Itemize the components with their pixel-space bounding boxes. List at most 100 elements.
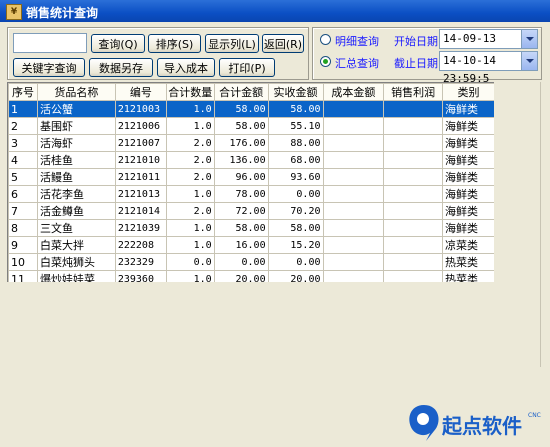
table-cell: 7 <box>8 202 38 220</box>
table-cell <box>383 117 444 135</box>
start-date-picker[interactable]: 14-09-13 23:59:5 <box>439 29 538 63</box>
search-input[interactable] <box>13 33 87 53</box>
table-cell: 白菜大拌 <box>36 236 116 254</box>
back-button[interactable]: 返回(R) <box>262 34 304 53</box>
end-date-value: 14-10-14 23:59:5 <box>443 54 496 85</box>
qidian-logo: 起点软件 CNC <box>409 405 541 441</box>
table-cell <box>322 151 385 169</box>
summary-query-label[interactable]: 汇总查询 <box>335 55 379 71</box>
table-cell: 海鲜类 <box>442 151 495 169</box>
table-cell: 1.0 <box>165 100 215 118</box>
table-cell: 136.00 <box>213 151 269 169</box>
column-header[interactable]: 实收金额 <box>267 83 324 101</box>
table-cell <box>383 100 444 118</box>
table-cell: 58.00 <box>267 219 324 237</box>
keyword-query-button[interactable]: 关键字查询 <box>13 58 85 77</box>
table-cell: 2.0 <box>165 168 215 186</box>
sort-button[interactable]: 排序(S) <box>148 34 201 53</box>
end-date-label: 截止日期 <box>394 57 438 70</box>
import-cost-button[interactable]: 导入成本 <box>157 58 215 77</box>
table-row[interactable]: 4 活桂鱼 2121010 2.0 136.00 68.00 海鲜类 <box>8 151 495 169</box>
table-cell: 15.20 <box>267 236 324 254</box>
sales-stats-window: ¥ 销售统计查询 查询(Q) 排序(S) 显示列(L) 返回(R) 关键字查询 … <box>0 0 550 447</box>
table-cell: 16.00 <box>213 236 269 254</box>
column-header[interactable]: 销售利润 <box>383 83 444 101</box>
table-cell: 58.00 <box>213 117 269 135</box>
table-cell: 2.0 <box>165 134 215 152</box>
column-header[interactable]: 成本金额 <box>322 83 385 101</box>
end-date-picker[interactable]: 14-10-14 23:59:5 <box>439 51 538 85</box>
column-header[interactable]: 货品名称 <box>36 83 116 101</box>
table-cell: 活花李鱼 <box>36 185 116 203</box>
table-cell: 2121039 <box>114 219 167 237</box>
logo-text: 起点软件 <box>441 414 522 438</box>
table-cell: 2121007 <box>114 134 167 152</box>
summary-query-radio[interactable] <box>320 56 331 67</box>
query-button[interactable]: 查询(Q) <box>91 34 145 53</box>
table-cell: 海鲜类 <box>442 219 495 237</box>
table-cell: 70.20 <box>267 202 324 220</box>
table-cell <box>383 253 444 271</box>
table-row[interactable]: 2 基围虾 2121006 1.0 58.00 55.10 海鲜类 <box>8 117 495 135</box>
table-cell <box>383 202 444 220</box>
sales-table[interactable]: 序号 货品名称 编号 合计数量 合计金额 实收金额 成本金额 销售利润 类别 1 活公蟹 21210… <box>7 82 496 284</box>
table-cell: 活金鳟鱼 <box>36 202 116 220</box>
table-cell: 1.0 <box>165 219 215 237</box>
table-cell: 活鳗鱼 <box>36 168 116 186</box>
column-header[interactable]: 合计金额 <box>213 83 269 101</box>
title-bar: ¥ 销售统计查询 <box>0 0 550 22</box>
chevron-down-icon[interactable] <box>521 30 537 48</box>
table-cell: 1.0 <box>165 117 215 135</box>
grid-empty-area <box>7 282 494 367</box>
table-row[interactable]: 8 三文鱼 2121039 1.0 58.00 58.00 海鲜类 <box>8 219 495 237</box>
table-row[interactable]: 5 活鳗鱼 2121011 2.0 96.00 93.60 海鲜类 <box>8 168 495 186</box>
table-cell: 96.00 <box>213 168 269 186</box>
table-cell: 2121006 <box>114 117 167 135</box>
column-header[interactable]: 合计数量 <box>165 83 215 101</box>
table-cell: 热菜类 <box>442 253 495 271</box>
table-row[interactable]: 6 活花李鱼 2121013 1.0 78.00 0.00 海鲜类 <box>8 185 495 203</box>
display-columns-button[interactable]: 显示列(L) <box>205 34 259 53</box>
table-cell: 2 <box>8 117 38 135</box>
table-row[interactable]: 10 白菜炖狮头 232329 0.0 0.00 0.00 热菜类 <box>8 253 495 271</box>
table-cell: 176.00 <box>213 134 269 152</box>
table-cell: 222208 <box>114 236 167 254</box>
table-row[interactable]: 3 活海虾 2121007 2.0 176.00 88.00 海鲜类 <box>8 134 495 152</box>
table-cell <box>322 236 385 254</box>
detail-query-label[interactable]: 明细查询 <box>335 33 379 49</box>
logo-tag: CNC <box>528 412 541 419</box>
table-cell: 10 <box>8 253 38 271</box>
table-cell: 2.0 <box>165 202 215 220</box>
table-cell: 3 <box>8 134 38 152</box>
table-cell: 海鲜类 <box>442 134 495 152</box>
table-row[interactable]: 7 活金鳟鱼 2121014 2.0 72.00 70.20 海鲜类 <box>8 202 495 220</box>
detail-query-radio[interactable] <box>320 34 331 45</box>
table-cell: 9 <box>8 236 38 254</box>
table-cell: 6 <box>8 185 38 203</box>
print-button[interactable]: 打印(P) <box>219 58 275 77</box>
table-cell: 2121014 <box>114 202 167 220</box>
table-cell: 58.00 <box>213 100 269 118</box>
table-cell: 58.00 <box>213 219 269 237</box>
table-cell: 2121013 <box>114 185 167 203</box>
table-cell: 三文鱼 <box>36 219 116 237</box>
table-cell: 78.00 <box>213 185 269 203</box>
column-header[interactable]: 序号 <box>8 83 38 101</box>
chevron-down-icon[interactable] <box>521 52 537 70</box>
column-header[interactable]: 编号 <box>114 83 167 101</box>
table-row[interactable]: 1 活公蟹 2121003 1.0 58.00 58.00 海鲜类 <box>8 100 495 118</box>
start-date-label: 开始日期 <box>394 35 438 48</box>
table-cell: 海鲜类 <box>442 185 495 203</box>
table-cell <box>322 100 385 118</box>
table-cell <box>322 202 385 220</box>
table-cell <box>322 253 385 271</box>
table-cell: 0.00 <box>267 185 324 203</box>
table-row[interactable]: 9 白菜大拌 222208 1.0 16.00 15.20 凉菜类 <box>8 236 495 254</box>
table-cell <box>383 185 444 203</box>
table-cell: 白菜炖狮头 <box>36 253 116 271</box>
table-cell <box>383 168 444 186</box>
table-cell <box>383 134 444 152</box>
column-header[interactable]: 类别 <box>442 83 495 101</box>
table-cell: 0.00 <box>267 253 324 271</box>
save-as-button[interactable]: 数据另存 <box>89 58 153 77</box>
